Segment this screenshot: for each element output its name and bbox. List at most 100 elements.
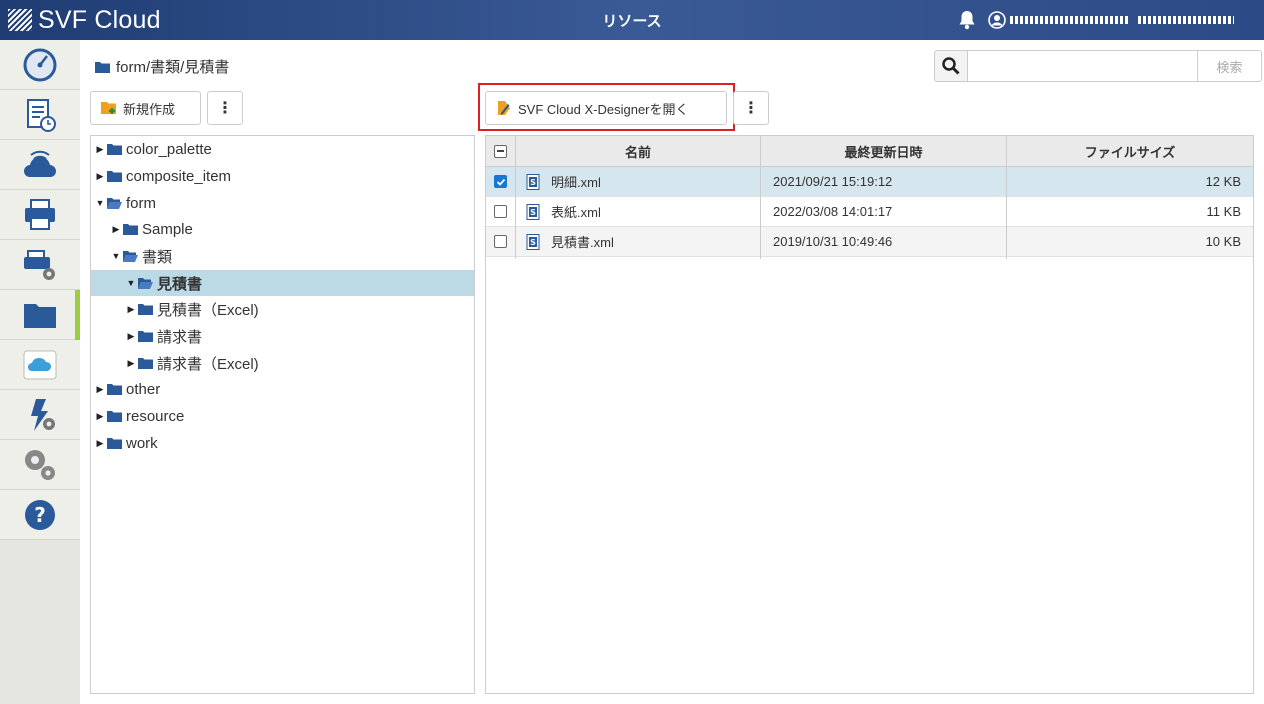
column-divider xyxy=(1006,136,1007,259)
open-designer-label: SVF Cloud X-Designerを開く xyxy=(518,101,689,117)
new-item-label: 新規作成 xyxy=(123,101,176,117)
table-row[interactable]: S 見積書.xml 2019/10/31 10:49:46 10 KB xyxy=(486,227,1253,257)
row-checkbox[interactable] xyxy=(494,197,507,226)
tree-item-mitsumorisho[interactable]: ▼ 見積書 xyxy=(91,270,474,296)
search-bar: 検索 xyxy=(934,50,1262,82)
action-settings-icon xyxy=(31,398,55,431)
collapse-arrow-icon[interactable]: ▼ xyxy=(95,198,105,208)
tree-item-resource[interactable]: ▶ resource xyxy=(91,403,474,429)
nav-salesforce[interactable] xyxy=(0,340,80,390)
tree-item-shorui[interactable]: ▼ 書類 xyxy=(91,243,474,269)
collapse-arrow-icon[interactable]: ▼ xyxy=(111,251,121,261)
nav-settings[interactable] xyxy=(0,440,80,490)
logo-mark-icon xyxy=(8,9,32,31)
nav-printer-settings[interactable] xyxy=(0,240,80,290)
column-header-size[interactable]: ファイルサイズ xyxy=(1007,136,1253,166)
expand-arrow-icon[interactable]: ▶ xyxy=(95,411,105,422)
app-header: SVF Cloud リソース xyxy=(0,0,1264,40)
folder-icon xyxy=(24,303,56,328)
tree-item-label: color_palette xyxy=(126,140,212,158)
new-item-button[interactable]: 新規作成 xyxy=(90,91,201,125)
expand-arrow-icon[interactable]: ▶ xyxy=(126,358,136,369)
tree-item-sample[interactable]: ▶ Sample xyxy=(91,216,474,242)
file-modified: 2021/09/21 15:19:12 xyxy=(773,174,893,189)
folder-open-icon xyxy=(138,278,153,289)
user-name-redacted xyxy=(1010,16,1130,24)
checkbox-empty-icon xyxy=(494,235,507,248)
nav-printer[interactable] xyxy=(0,190,80,240)
breadcrumb: form/書類/見積書 xyxy=(95,56,229,77)
folder-icon xyxy=(138,358,153,369)
tree-item-other[interactable]: ▶ other xyxy=(91,376,474,402)
file-size: 12 KB xyxy=(1205,174,1241,189)
bell-icon[interactable] xyxy=(956,9,978,31)
more-vertical-icon: ⋮ xyxy=(217,100,233,117)
tree-item-color-palette[interactable]: ▶ color_palette xyxy=(91,136,474,162)
search-input[interactable] xyxy=(968,50,1198,82)
nav-actions[interactable] xyxy=(0,390,80,440)
row-checkbox[interactable] xyxy=(494,167,507,196)
column-divider xyxy=(515,136,516,259)
svg-text:S: S xyxy=(530,178,536,187)
tree-item-label: 見積書（Excel) xyxy=(157,301,259,319)
file-modified: 2019/10/31 10:49:46 xyxy=(773,234,893,249)
breadcrumb-path: form/書類/見積書 xyxy=(116,59,230,76)
nav-cloud[interactable] xyxy=(0,140,80,190)
printer-icon xyxy=(25,198,55,230)
dashboard-gauge-icon xyxy=(23,48,57,81)
expand-arrow-icon[interactable]: ▶ xyxy=(95,438,105,449)
tree-item-label: 見積書 xyxy=(157,275,203,293)
nav-resources[interactable] xyxy=(0,290,80,340)
column-divider xyxy=(760,136,761,259)
table-row[interactable]: S 明細.xml 2021/09/21 15:19:12 12 KB xyxy=(486,167,1253,197)
folder-icon xyxy=(107,438,122,449)
tree-item-work[interactable]: ▶ work xyxy=(91,430,474,456)
nav-dashboard[interactable] xyxy=(0,40,80,90)
svf-form-file-icon: S xyxy=(526,233,540,250)
tree-item-label: Sample xyxy=(142,220,193,238)
tree-more-button[interactable]: ⋮ xyxy=(207,91,243,125)
search-icon[interactable] xyxy=(934,50,968,82)
app-logo[interactable]: SVF Cloud xyxy=(8,6,161,34)
folder-tree: ▶ color_palette ▶ composite_item ▼ form ▶ Sa… xyxy=(90,135,475,694)
open-designer-button[interactable]: SVF Cloud X-Designerを開く xyxy=(485,91,727,125)
user-menu[interactable] xyxy=(988,11,1242,29)
nav-reports[interactable] xyxy=(0,90,80,140)
tree-item-composite-item[interactable]: ▶ composite_item xyxy=(91,163,474,189)
expand-arrow-icon[interactable]: ▶ xyxy=(95,144,105,155)
gears-icon xyxy=(25,449,55,480)
tree-item-form[interactable]: ▼ form xyxy=(91,190,474,216)
folder-icon xyxy=(123,224,138,235)
checkmark-icon xyxy=(494,175,507,188)
search-button[interactable]: 検索 xyxy=(1198,50,1262,82)
column-header-modified[interactable]: 最終更新日時 xyxy=(761,136,1006,166)
column-header-name[interactable]: 名前 xyxy=(516,136,760,166)
file-name: 明細.xml xyxy=(551,175,601,190)
expand-arrow-icon[interactable]: ▶ xyxy=(126,331,136,342)
table-row[interactable]: S 表紙.xml 2022/03/08 14:01:17 11 KB xyxy=(486,197,1253,227)
tree-item-seikyusho[interactable]: ▶ 請求書 xyxy=(91,323,474,349)
expand-arrow-icon[interactable]: ▶ xyxy=(111,224,121,235)
table-header: 名前 最終更新日時 ファイルサイズ xyxy=(486,136,1253,167)
expand-arrow-icon[interactable]: ▶ xyxy=(95,384,105,395)
nav-help[interactable]: ? xyxy=(0,490,80,540)
select-all-checkbox[interactable] xyxy=(494,136,507,166)
checkbox-partial-icon xyxy=(494,144,507,158)
svf-form-file-icon: S xyxy=(526,173,540,190)
expand-arrow-icon[interactable]: ▶ xyxy=(95,171,105,182)
checkbox-empty-icon xyxy=(494,205,507,218)
file-more-button[interactable]: ⋮ xyxy=(733,91,769,125)
printer-settings-icon xyxy=(24,249,55,280)
expand-arrow-icon[interactable]: ▶ xyxy=(126,304,136,315)
svf-form-file-icon: S xyxy=(526,203,540,220)
tree-item-seikyusho-excel[interactable]: ▶ 請求書（Excel) xyxy=(91,350,474,376)
collapse-arrow-icon[interactable]: ▼ xyxy=(126,278,136,288)
folder-open-icon xyxy=(123,251,138,262)
tree-item-mitsumorisho-excel[interactable]: ▶ 見積書（Excel) xyxy=(91,296,474,322)
tree-item-label: 書類 xyxy=(142,248,173,266)
svg-text:?: ? xyxy=(34,503,46,527)
tree-item-label: form xyxy=(126,194,156,212)
row-checkbox[interactable] xyxy=(494,227,507,256)
folder-icon xyxy=(107,171,122,182)
file-table: 名前 最終更新日時 ファイルサイズ S 明細.xml 2021/09/21 15… xyxy=(485,135,1254,694)
